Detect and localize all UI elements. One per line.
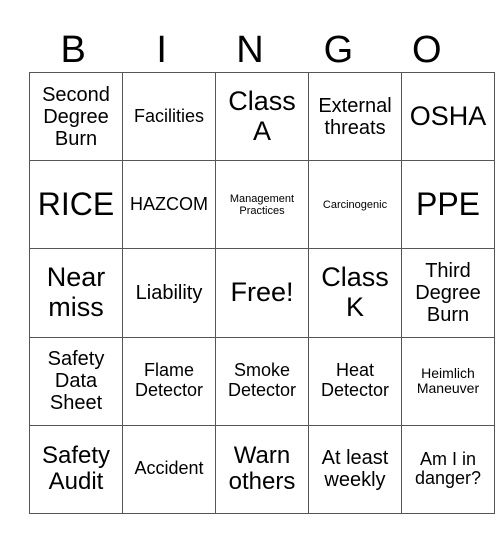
bingo-cell[interactable]: Am I in danger? [401, 424, 495, 515]
header-letter-o: O [412, 29, 442, 71]
header-letter-n: N [236, 29, 264, 71]
bingo-cell[interactable]: Near miss [29, 248, 123, 338]
bingo-cell[interactable]: Flame Detector [122, 336, 216, 426]
bingo-cell[interactable]: OSHA [401, 71, 495, 162]
bingo-row: Safety Audit Accident Warn others At least … [29, 424, 495, 515]
bingo-cell[interactable]: Heat Detector [308, 336, 402, 426]
bingo-cell[interactable]: Carcinogenic [308, 160, 402, 250]
bingo-cell[interactable]: External threats [308, 71, 402, 162]
bingo-cell[interactable]: Class A [215, 71, 309, 162]
bingo-cell[interactable]: Warn others [215, 424, 309, 515]
bingo-cell[interactable]: Management Practices [215, 160, 309, 250]
bingo-cell[interactable]: At least weekly [308, 424, 402, 515]
bingo-cell[interactable]: Second Degree Burn [29, 71, 123, 162]
bingo-cell[interactable]: Accident [122, 424, 216, 515]
bingo-header: B I N G O [29, 24, 471, 72]
bingo-cell[interactable]: HAZCOM [122, 160, 216, 250]
bingo-cell[interactable]: Safety Data Sheet [29, 336, 123, 426]
bingo-row: Second Degree Burn Facilities Class A Exter… [29, 71, 495, 162]
bingo-cell[interactable]: Class K [308, 248, 402, 338]
bingo-cell[interactable]: Liability [122, 248, 216, 338]
bingo-grid: Second Degree Burn Facilities Class A Exter… [29, 71, 495, 515]
bingo-row: RICE HAZCOM Management Practices Carcinogen… [29, 160, 495, 250]
bingo-cell[interactable]: Facilities [122, 71, 216, 162]
bingo-cell[interactable]: Safety Audit [29, 424, 123, 515]
free-space-cell[interactable]: Free! [215, 248, 309, 338]
bingo-cell[interactable]: Third Degree Burn [401, 248, 495, 338]
bingo-cell[interactable]: RICE [29, 160, 123, 250]
header-letter-i: I [156, 29, 167, 71]
bingo-cell[interactable]: Smoke Detector [215, 336, 309, 426]
header-letter-g: G [323, 29, 354, 71]
bingo-cell[interactable]: Heimlich Maneuver [401, 336, 495, 426]
bingo-cell[interactable]: PPE [401, 160, 495, 250]
header-letter-b: B [60, 29, 86, 71]
bingo-row: Near miss Liability Free! Class K Third Degr… [29, 248, 495, 338]
bingo-row: Safety Data Sheet Flame Detector Smoke Det… [29, 336, 495, 426]
